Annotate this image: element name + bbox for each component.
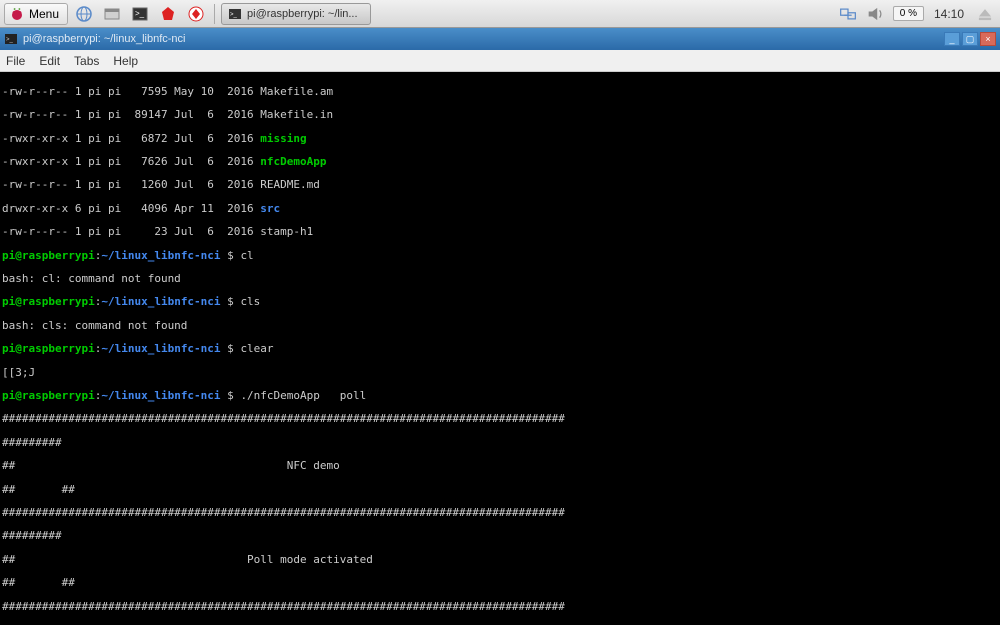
hash-line: ########################################… bbox=[2, 507, 998, 519]
prompt-line: pi@raspberrypi:~/linux_libnfc-nci $ cls bbox=[2, 296, 998, 308]
taskbar-divider bbox=[214, 4, 215, 24]
hash-line: ######### bbox=[2, 530, 998, 542]
minimize-button[interactable]: _ bbox=[944, 32, 960, 46]
ls-line: drwxr-xr-x 6 pi pi 4096 Apr 11 2016 src bbox=[2, 203, 998, 215]
terminal-window: >_ pi@raspberrypi: ~/linux_libnfc-nci _ … bbox=[0, 28, 1000, 625]
svg-text:>_: >_ bbox=[230, 12, 238, 18]
taskbar-app-terminal[interactable]: >_ pi@raspberrypi: ~/lin... bbox=[221, 3, 371, 25]
prompt-line: pi@raspberrypi:~/linux_libnfc-nci $ clea… bbox=[2, 343, 998, 355]
menu-label: Menu bbox=[29, 7, 59, 21]
volume-icon[interactable] bbox=[865, 3, 887, 25]
hash-line: ########################################… bbox=[2, 413, 998, 425]
ls-line: -rw-r--r-- 1 pi pi 23 Jul 6 2016 stamp-h… bbox=[2, 226, 998, 238]
escape-seq: [[3;J bbox=[2, 367, 998, 379]
terminal-app-icon: >_ bbox=[228, 7, 242, 21]
terminal-content[interactable]: -rw-r--r-- 1 pi pi 7595 May 10 2016 Make… bbox=[0, 72, 1000, 625]
wolfram-icon[interactable] bbox=[184, 2, 208, 26]
network-icon[interactable] bbox=[837, 3, 859, 25]
window-controls: _ ▢ × bbox=[944, 32, 996, 46]
file-missing: missing bbox=[260, 132, 306, 145]
svg-text:>_: >_ bbox=[6, 37, 14, 43]
taskbar: Menu >_ >_ pi@raspberrypi: ~/lin... 0 % … bbox=[0, 0, 1000, 28]
ls-line: -rwxr-xr-x 1 pi pi 7626 Jul 6 2016 nfcDe… bbox=[2, 156, 998, 168]
nfc-demo-line: ## NFC demo bbox=[2, 460, 998, 472]
menu-help[interactable]: Help bbox=[113, 54, 138, 68]
terminal-titlebar-icon: >_ bbox=[4, 32, 18, 46]
ls-line: -rw-r--r-- 1 pi pi 1260 Jul 6 2016 READM… bbox=[2, 179, 998, 191]
system-tray: 0 % 14:10 bbox=[837, 3, 996, 25]
eject-icon[interactable] bbox=[974, 3, 996, 25]
hash-line: ######### bbox=[2, 437, 998, 449]
hash-line: ########################################… bbox=[2, 601, 998, 613]
menu-tabs[interactable]: Tabs bbox=[74, 54, 99, 68]
menu-button[interactable]: Menu bbox=[4, 3, 68, 25]
taskbar-app-label: pi@raspberrypi: ~/lin... bbox=[247, 8, 358, 20]
error-line: bash: cls: command not found bbox=[2, 320, 998, 332]
web-browser-icon[interactable] bbox=[72, 2, 96, 26]
terminal-launcher-icon[interactable]: >_ bbox=[128, 2, 152, 26]
menu-file[interactable]: File bbox=[6, 54, 25, 68]
hash-line: ## ## bbox=[2, 484, 998, 496]
ls-line: -rwxr-xr-x 1 pi pi 6872 Jul 6 2016 missi… bbox=[2, 133, 998, 145]
ls-line: -rw-r--r-- 1 pi pi 89147 Jul 6 2016 Make… bbox=[2, 109, 998, 121]
close-button[interactable]: × bbox=[980, 32, 996, 46]
svg-text:>_: >_ bbox=[135, 9, 145, 18]
file-manager-icon[interactable] bbox=[100, 2, 124, 26]
error-line: bash: cl: command not found bbox=[2, 273, 998, 285]
mathematica-icon[interactable] bbox=[156, 2, 180, 26]
hash-line: ## ## bbox=[2, 577, 998, 589]
menubar: File Edit Tabs Help bbox=[0, 50, 1000, 72]
raspberry-logo-icon bbox=[9, 6, 25, 22]
maximize-button[interactable]: ▢ bbox=[962, 32, 978, 46]
poll-mode-line: ## Poll mode activated bbox=[2, 554, 998, 566]
prompt-line: pi@raspberrypi:~/linux_libnfc-nci $ ./nf… bbox=[2, 390, 998, 402]
cpu-usage-badge[interactable]: 0 % bbox=[893, 6, 924, 21]
ls-line: -rw-r--r-- 1 pi pi 7595 May 10 2016 Make… bbox=[2, 86, 998, 98]
window-titlebar[interactable]: >_ pi@raspberrypi: ~/linux_libnfc-nci _ … bbox=[0, 28, 1000, 50]
dir-src: src bbox=[260, 202, 280, 215]
clock[interactable]: 14:10 bbox=[930, 7, 968, 21]
prompt-line: pi@raspberrypi:~/linux_libnfc-nci $ cl bbox=[2, 250, 998, 262]
window-title: pi@raspberrypi: ~/linux_libnfc-nci bbox=[23, 33, 944, 45]
menu-edit[interactable]: Edit bbox=[39, 54, 60, 68]
file-nfcdemoapp: nfcDemoApp bbox=[260, 155, 326, 168]
